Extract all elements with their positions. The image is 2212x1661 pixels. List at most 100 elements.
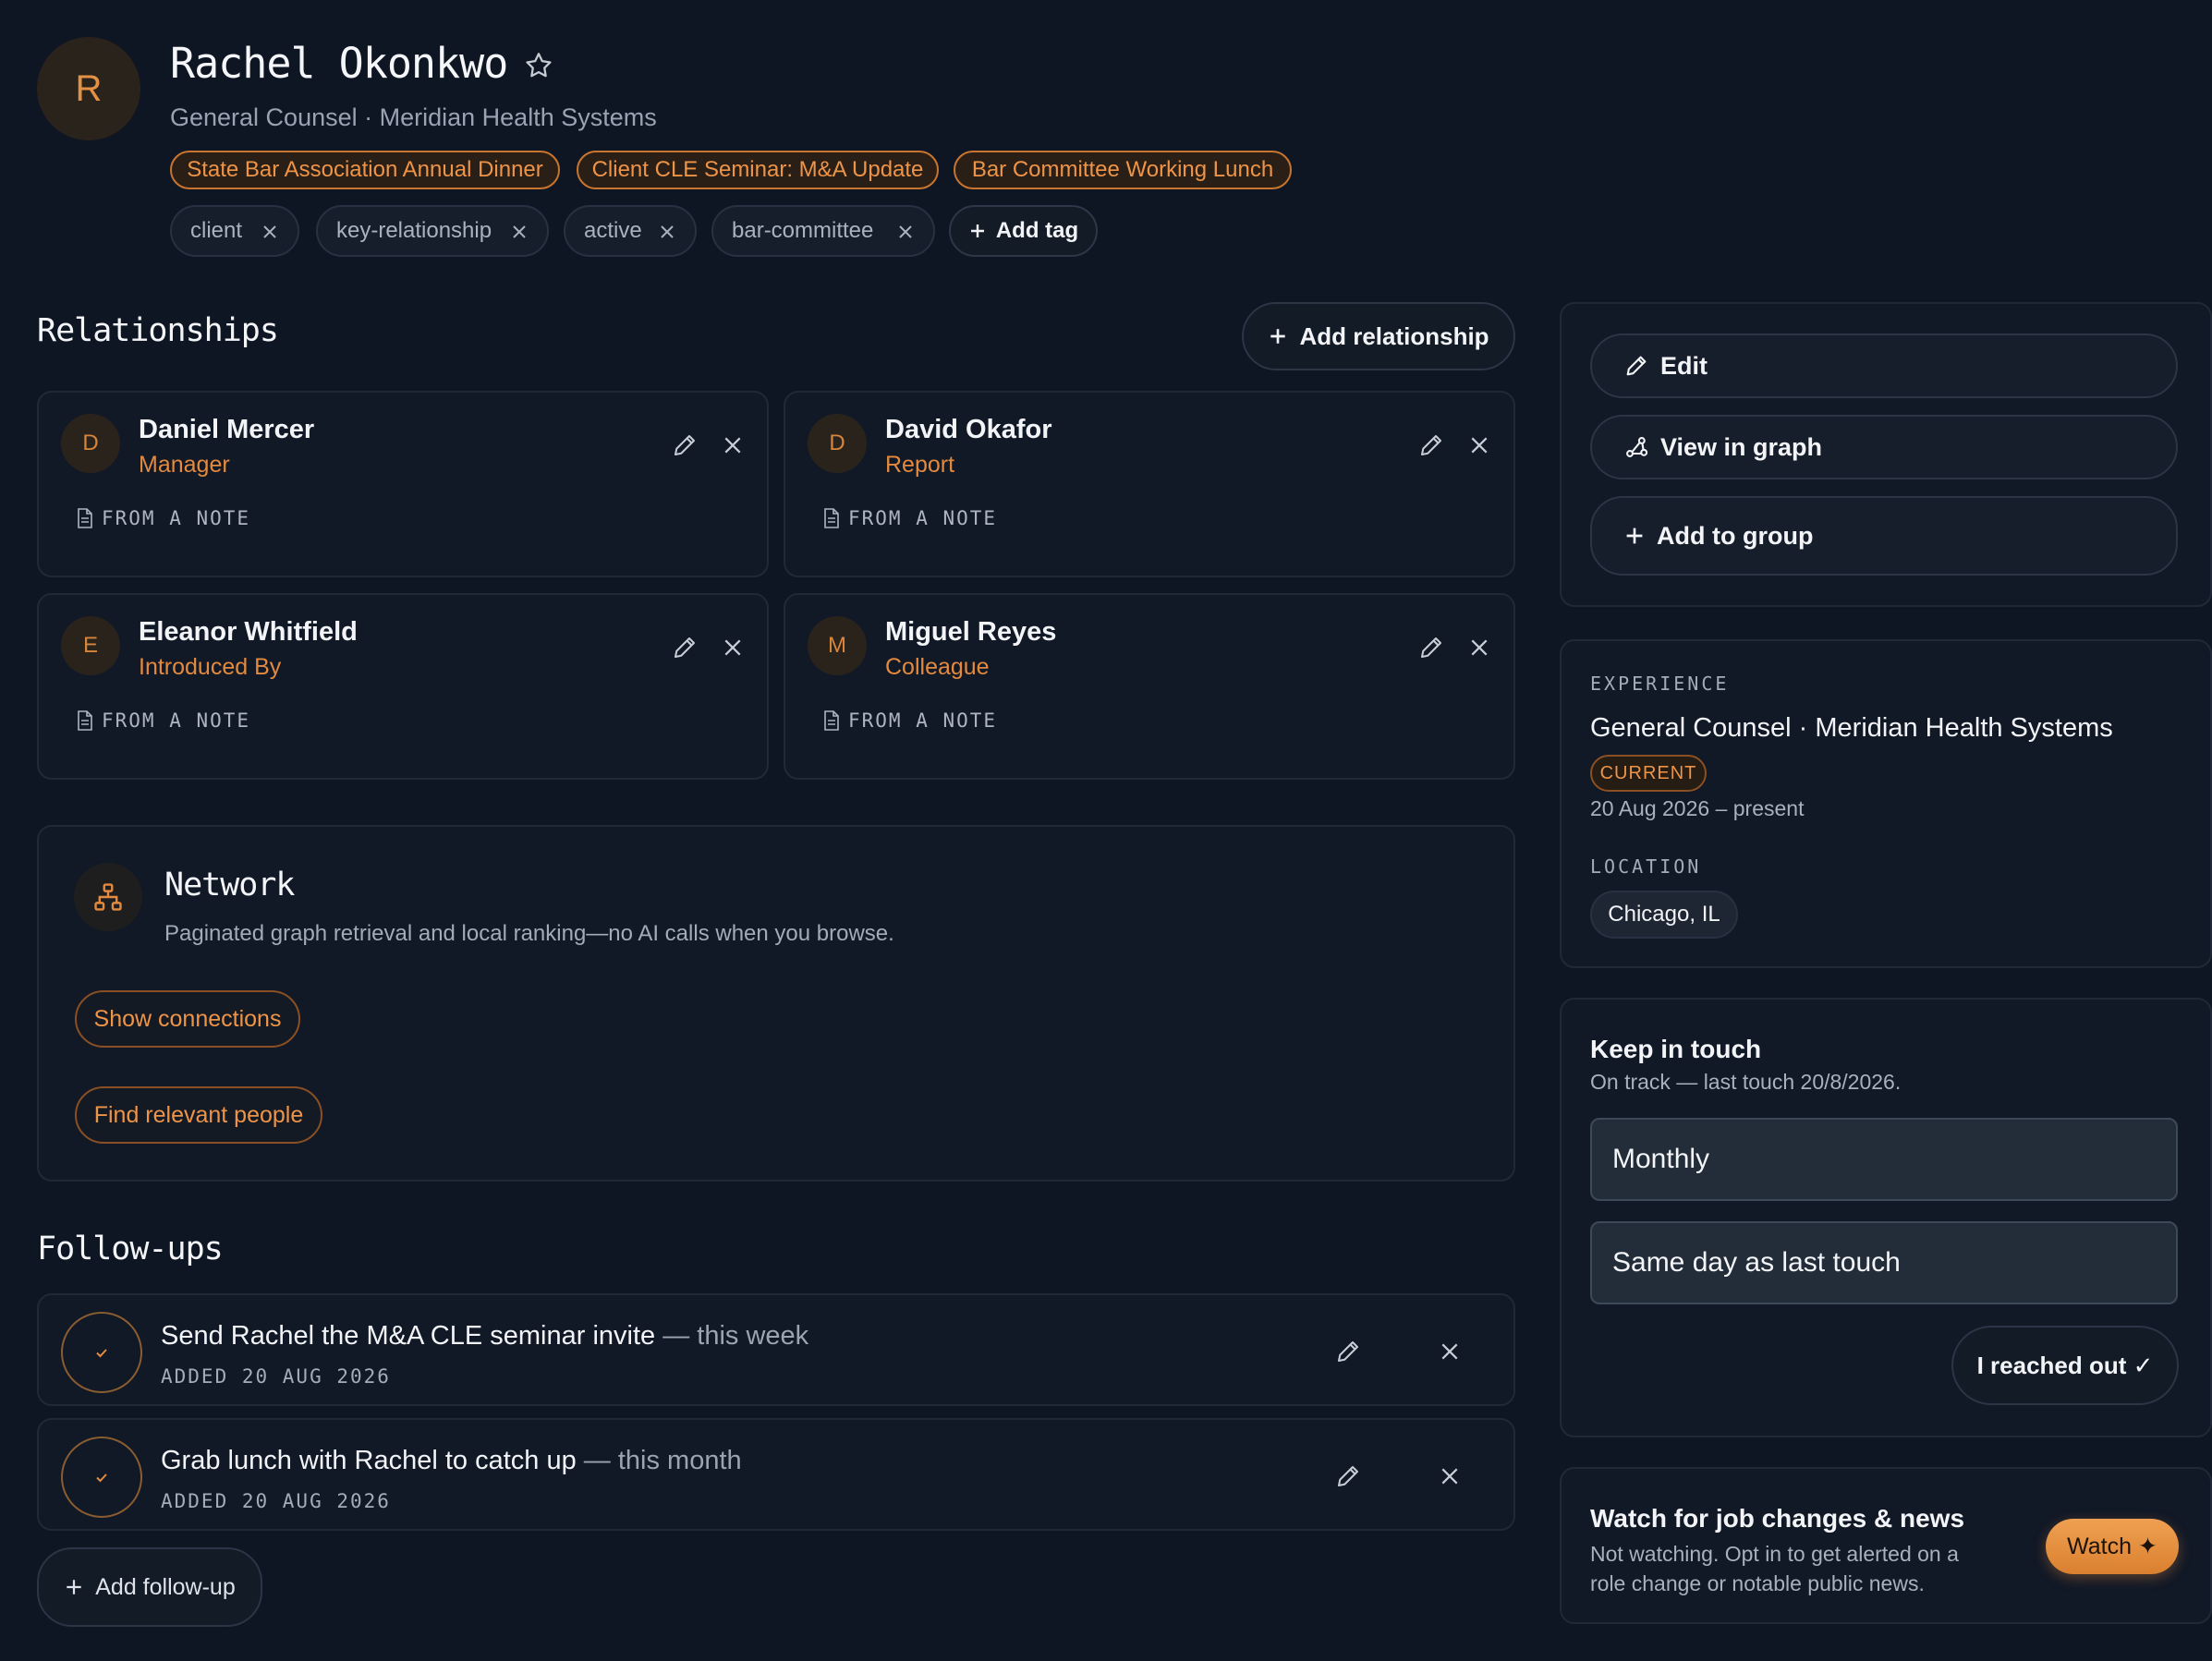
location-chip: Chicago, IL — [1590, 891, 1738, 939]
document-icon — [822, 508, 841, 528]
edit-pencil-icon[interactable] — [1417, 431, 1445, 459]
network-description: Paginated graph retrieval and local rank… — [164, 921, 894, 946]
watch-description-line: Not watching. Opt in to get alerted on a — [1590, 1542, 1959, 1566]
edit-pencil-icon[interactable] — [1417, 634, 1445, 661]
experience-role: General Counsel · Meridian Health System… — [1590, 713, 2113, 743]
remove-tag-icon[interactable] — [658, 223, 676, 241]
experience-dates: 20 Aug 2026 – present — [1590, 796, 1805, 820]
remove-relationship-icon[interactable] — [723, 435, 743, 455]
relationship-name[interactable]: Daniel Mercer — [139, 415, 314, 445]
relationship-name[interactable]: Miguel Reyes — [885, 617, 1056, 648]
followup-item: Send Rachel the M&A CLE seminar invite —… — [37, 1293, 1515, 1406]
add-tag-label: Add tag — [995, 218, 1079, 243]
add-tag-button[interactable]: Add tag — [949, 205, 1098, 257]
experience-label: EXPERIENCE — [1590, 673, 1730, 695]
followup-when: — this week — [655, 1321, 809, 1351]
edit-pencil-icon[interactable] — [671, 634, 699, 661]
add-relationship-label: Add relationship — [1299, 321, 1489, 350]
watch-description: Not watching. Opt in to get alerted on a… — [1590, 1539, 1959, 1598]
relationship-card[interactable]: D Daniel Mercer Manager FROM A NOTE — [37, 391, 769, 577]
show-connections-button[interactable]: Show connections — [75, 990, 300, 1048]
tag-chip: key-relationship — [316, 205, 549, 257]
schedule-select[interactable]: Same day as last touch — [1590, 1221, 2178, 1304]
remove-tag-icon[interactable] — [510, 223, 529, 241]
profile-subtitle: General Counsel · Meridian Health System… — [170, 103, 657, 131]
event-chip[interactable]: Bar Committee Working Lunch — [954, 151, 1292, 189]
followup-item: Grab lunch with Rachel to catch up — thi… — [37, 1418, 1515, 1531]
relationship-role: Colleague — [885, 654, 990, 680]
add-relationship-button[interactable]: Add relationship — [1242, 302, 1515, 370]
remove-relationship-icon[interactable] — [1469, 637, 1489, 658]
tag-label: bar-committee — [732, 218, 874, 243]
current-badge: CURRENT — [1590, 755, 1707, 792]
followup-added-date: ADDED 20 AUG 2026 — [161, 1490, 391, 1512]
frequency-select[interactable]: Monthly — [1590, 1118, 2178, 1201]
keep-in-touch-status: On track — last touch 20/8/2026. — [1590, 1070, 1902, 1094]
document-icon — [76, 508, 94, 528]
remove-followup-icon[interactable] — [1440, 1466, 1460, 1486]
tag-chip: bar-committee — [711, 205, 935, 257]
document-icon — [76, 710, 94, 731]
event-chip[interactable]: Client CLE Seminar: M&A Update — [577, 151, 939, 189]
relationships-heading: Relationships — [37, 312, 279, 349]
view-in-graph-button[interactable]: View in graph — [1590, 415, 2178, 479]
profile-name: Rachel Okonkwo — [170, 39, 508, 88]
add-followup-label: Add follow-up — [95, 1573, 236, 1600]
avatar: M — [808, 616, 867, 675]
find-relevant-people-button[interactable]: Find relevant people — [75, 1086, 322, 1144]
favorite-star-icon[interactable] — [523, 50, 554, 81]
remove-tag-icon[interactable] — [261, 223, 279, 241]
relationship-role: Manager — [139, 452, 230, 478]
relationship-card[interactable]: E Eleanor Whitfield Introduced By FROM A… — [37, 593, 769, 780]
followup-task: Send Rachel the M&A CLE seminar invite — [161, 1321, 656, 1351]
followups-heading: Follow-ups — [37, 1231, 224, 1267]
relationship-source: FROM A NOTE — [822, 709, 997, 732]
edit-button[interactable]: Edit — [1590, 333, 2178, 398]
plus-icon — [1268, 326, 1288, 346]
relationship-source: FROM A NOTE — [76, 709, 250, 732]
watch-button[interactable]: Watch ✦ — [2046, 1519, 2179, 1574]
tag-chip: client — [170, 205, 299, 257]
add-followup-button[interactable]: Add follow-up — [37, 1547, 262, 1627]
remove-followup-icon[interactable] — [1440, 1341, 1460, 1362]
watch-heading: Watch for job changes & news — [1590, 1504, 1965, 1533]
location-label: LOCATION — [1590, 855, 1702, 878]
pencil-icon — [1623, 353, 1649, 379]
complete-followup-check-icon[interactable] — [61, 1437, 142, 1518]
relationship-card[interactable]: M Miguel Reyes Colleague FROM A NOTE — [784, 593, 1515, 780]
source-label: FROM A NOTE — [102, 709, 251, 732]
relationship-role: Report — [885, 452, 955, 478]
edit-pencil-icon[interactable] — [1334, 1338, 1362, 1365]
remove-relationship-icon[interactable] — [723, 637, 743, 658]
plus-icon — [1623, 525, 1646, 547]
reached-out-button[interactable]: I reached out ✓ — [1951, 1326, 2179, 1405]
relationship-card[interactable]: D David Okafor Report FROM A NOTE — [784, 391, 1515, 577]
add-to-group-button[interactable]: Add to group — [1590, 496, 2178, 576]
tag-label: client — [190, 218, 243, 243]
network-icon — [74, 863, 142, 931]
keep-in-touch-heading: Keep in touch — [1590, 1035, 1762, 1063]
add-to-group-label: Add to group — [1657, 521, 1814, 550]
network-heading: Network — [164, 867, 296, 903]
tag-label: active — [584, 218, 642, 243]
tag-label: key-relationship — [336, 218, 492, 243]
avatar: E — [61, 616, 120, 675]
complete-followup-check-icon[interactable] — [61, 1312, 142, 1393]
edit-label: Edit — [1660, 351, 1708, 380]
source-label: FROM A NOTE — [102, 507, 251, 529]
followup-text: Grab lunch with Rachel to catch up — thi… — [161, 1446, 742, 1476]
relationship-source: FROM A NOTE — [822, 507, 997, 529]
plus-icon — [64, 1577, 84, 1597]
edit-pencil-icon[interactable] — [671, 431, 699, 459]
edit-pencil-icon[interactable] — [1334, 1462, 1362, 1490]
relationship-role: Introduced By — [139, 654, 282, 680]
relationship-name[interactable]: Eleanor Whitfield — [139, 617, 358, 648]
profile-avatar: R — [37, 37, 140, 140]
relationship-name[interactable]: David Okafor — [885, 415, 1052, 445]
graph-icon — [1623, 434, 1649, 460]
source-label: FROM A NOTE — [848, 709, 998, 732]
event-chip[interactable]: State Bar Association Annual Dinner — [170, 151, 560, 189]
remove-relationship-icon[interactable] — [1469, 435, 1489, 455]
followup-added-date: ADDED 20 AUG 2026 — [161, 1365, 391, 1388]
remove-tag-icon[interactable] — [896, 223, 915, 241]
